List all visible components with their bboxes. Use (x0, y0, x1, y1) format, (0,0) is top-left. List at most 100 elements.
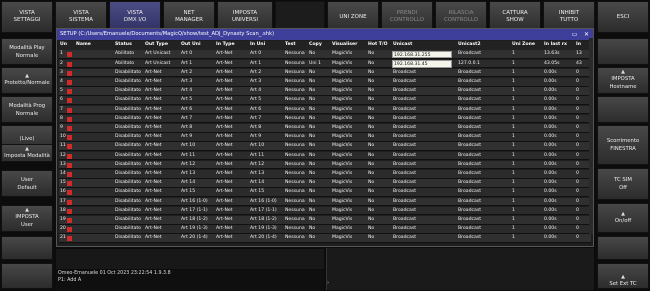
cell-copy[interactable]: No (308, 207, 330, 216)
cell-in-uni[interactable]: Art 10 (249, 142, 283, 151)
table-row[interactable]: 10 Disabilitato Art-Net Art 9 Art-Net Art 9 Ne… (59, 133, 591, 142)
cell-test[interactable]: Nessuna (284, 60, 307, 69)
cell-in-uni[interactable]: Art 11 (249, 152, 283, 161)
cell-unicast[interactable]: Broadcast (392, 198, 452, 207)
cell-hot-to[interactable]: No (367, 188, 389, 197)
cell-out-uni[interactable]: Art 17 (1-1) (180, 207, 213, 216)
cell-status[interactable]: Disabilitato (114, 142, 144, 151)
cell-unicast[interactable]: Broadcast (392, 142, 452, 151)
cell-uni-zone[interactable]: 1 (511, 124, 541, 133)
cell-uni-zone[interactable]: 1 (511, 198, 541, 207)
cell-visualiser[interactable]: MagicVis (331, 170, 365, 179)
cell-test[interactable]: Nessuna (284, 69, 307, 78)
cell-unicast[interactable]: Broadcast (392, 78, 452, 87)
cell-unicast2[interactable]: Broadcast (457, 179, 509, 188)
cell-in-type[interactable]: Art-Net (215, 161, 248, 170)
cell-in-type[interactable]: Art-Net (215, 124, 248, 133)
cell-visualiser[interactable]: MagicVis (331, 78, 365, 87)
column-header-unicast2[interactable]: Unicast2 (457, 41, 509, 50)
cell-in-uni[interactable]: Art 14 (249, 179, 283, 188)
cell-copy[interactable]: No (308, 170, 330, 179)
cell-copy[interactable]: No (308, 50, 330, 59)
cell-test[interactable]: Nessuna (284, 207, 307, 216)
cell-test[interactable]: Nessuna (284, 50, 307, 59)
cell-visualiser[interactable]: MagicVis (331, 124, 365, 133)
cell-unicast2[interactable]: Broadcast (457, 234, 509, 243)
cell-visualiser[interactable]: MagicVis (331, 188, 365, 197)
cell-in-uni[interactable]: Art 19 (1-3) (249, 225, 283, 234)
cell-unicast[interactable]: Broadcast (392, 216, 452, 225)
cell-in-last-rx[interactable]: 0.00s (543, 115, 573, 124)
column-header-hot-to[interactable]: Hot T/O (367, 41, 389, 50)
cell-hot-to[interactable]: No (367, 142, 389, 151)
cell-uni-zone[interactable]: 1 (511, 234, 541, 243)
cell-copy[interactable]: No (308, 161, 330, 170)
table-row[interactable]: 13 Disabilitato Art-Net Art 12 Art-Net Art 12… (59, 160, 591, 170)
cell-test[interactable]: Nessuna (284, 188, 307, 197)
cell-in-type[interactable]: Art-Net (215, 60, 248, 69)
column-header-in-uni[interactable]: In Uni (249, 41, 283, 50)
cell-copy[interactable]: No (308, 69, 330, 78)
cell-visualiser[interactable]: MagicVis (331, 133, 365, 142)
table-row[interactable]: 16 Disabilitato Art-Net Art 15 Art-Net Art 15… (59, 188, 591, 197)
cell-unicast2[interactable]: Broadcast (457, 69, 509, 78)
cell-in-last-rx[interactable]: 0.00s (543, 124, 573, 133)
cell-out-type[interactable]: Art-Net (144, 234, 179, 243)
cell-status[interactable]: Disabilitato (114, 133, 144, 142)
cell-out-uni[interactable]: Art 14 (180, 179, 213, 188)
column-header-in-last-rx[interactable]: In last rx (543, 41, 573, 50)
cell-visualiser[interactable]: MagicVis (331, 152, 365, 161)
cell-status[interactable]: Disabilitato (114, 106, 144, 115)
cell-unicast[interactable]: Broadcast (392, 106, 452, 115)
cell-uni[interactable]: 3 (59, 69, 67, 78)
table-row[interactable]: 18 Disabilitato Art-Net Art 17 (1-1) Art-Net… (59, 206, 591, 216)
left-empty-button-2[interactable] (1, 263, 53, 289)
cell-uni-zone[interactable]: 1 (511, 69, 541, 78)
cell-test[interactable]: Nessuna (284, 152, 307, 161)
table-row[interactable]: 20 Disabilitato Art-Net Art 19 (1-3) Art-Net… (59, 225, 591, 234)
cell-in-type[interactable]: Art-Net (215, 179, 248, 188)
cell-out-type[interactable]: Art-Net (144, 124, 179, 133)
cell-in-type[interactable]: Art-Net (215, 87, 248, 96)
cell-in-type[interactable]: Art-Net (215, 69, 248, 78)
table-row[interactable]: 2 Abilitato Art Unicast Art 1 Art-Net Art 1 Ne… (59, 59, 591, 69)
imposta-modalita-button[interactable]: ▲ Imposta Modalità (1, 144, 53, 162)
cell-out-type[interactable]: Art Unicast (144, 50, 179, 59)
cell-visualiser[interactable]: MagicVis (331, 225, 365, 234)
cell-in-type[interactable]: Art-Net (215, 78, 248, 87)
scorrimento-finestra-button[interactable]: Scorrimento FINESTRA (597, 125, 649, 165)
cell-in-uni[interactable]: Art 9 (249, 133, 283, 142)
cell-in-uni[interactable]: Art 20 (1-4) (249, 234, 283, 243)
cell-in-uni[interactable]: Art 17 (1-1) (249, 207, 283, 216)
cell-uni-zone[interactable]: 1 (511, 225, 541, 234)
cell-out-uni[interactable]: Art 0 (180, 50, 213, 59)
column-header-test[interactable]: Test (284, 41, 307, 50)
cell-unicast[interactable]: Broadcast (392, 115, 452, 124)
cell-status[interactable]: Disabilitato (114, 115, 144, 124)
cell-status[interactable]: Disabilitato (114, 96, 144, 105)
cell-copy[interactable]: No (308, 87, 330, 96)
cell-out-uni[interactable]: Art 12 (180, 161, 213, 170)
cell-uni-zone[interactable]: 1 (511, 106, 541, 115)
cell-out-type[interactable]: Art-Net (144, 225, 179, 234)
left-empty-button[interactable] (1, 236, 53, 260)
cell-in-last-rx[interactable]: 0.00s (543, 96, 573, 105)
cell-copy[interactable]: No (308, 198, 330, 207)
cell-copy[interactable]: No (308, 78, 330, 87)
cell-unicast[interactable]: Broadcast (392, 188, 452, 197)
cell-in-type[interactable]: Art-Net (215, 188, 248, 197)
cell-out-uni[interactable]: Art 3 (180, 78, 213, 87)
set-ext-tc-button[interactable]: ▲ Set Ext TC (597, 263, 649, 289)
modalita-play-button[interactable]: Modalità Play Normale (1, 38, 53, 65)
imposta-user-button[interactable]: ▲ IMPOSTA User (1, 205, 53, 232)
cell-visualiser[interactable]: MagicVis (331, 161, 365, 170)
cell-visualiser[interactable]: MagicVis (331, 106, 365, 115)
cell-copy[interactable]: No (308, 115, 330, 124)
cell-copy[interactable]: No (308, 179, 330, 188)
cell-visualiser[interactable]: MagicVis (331, 60, 365, 69)
protetto-normale-button[interactable]: ▲ Protetto/Normale (1, 67, 53, 94)
cell-uni-zone[interactable]: 1 (511, 60, 541, 69)
cell-uni[interactable]: 4 (59, 78, 67, 87)
cell-in-last-rx[interactable]: 0.00s (543, 216, 573, 225)
cell-uni[interactable]: 16 (59, 188, 67, 197)
